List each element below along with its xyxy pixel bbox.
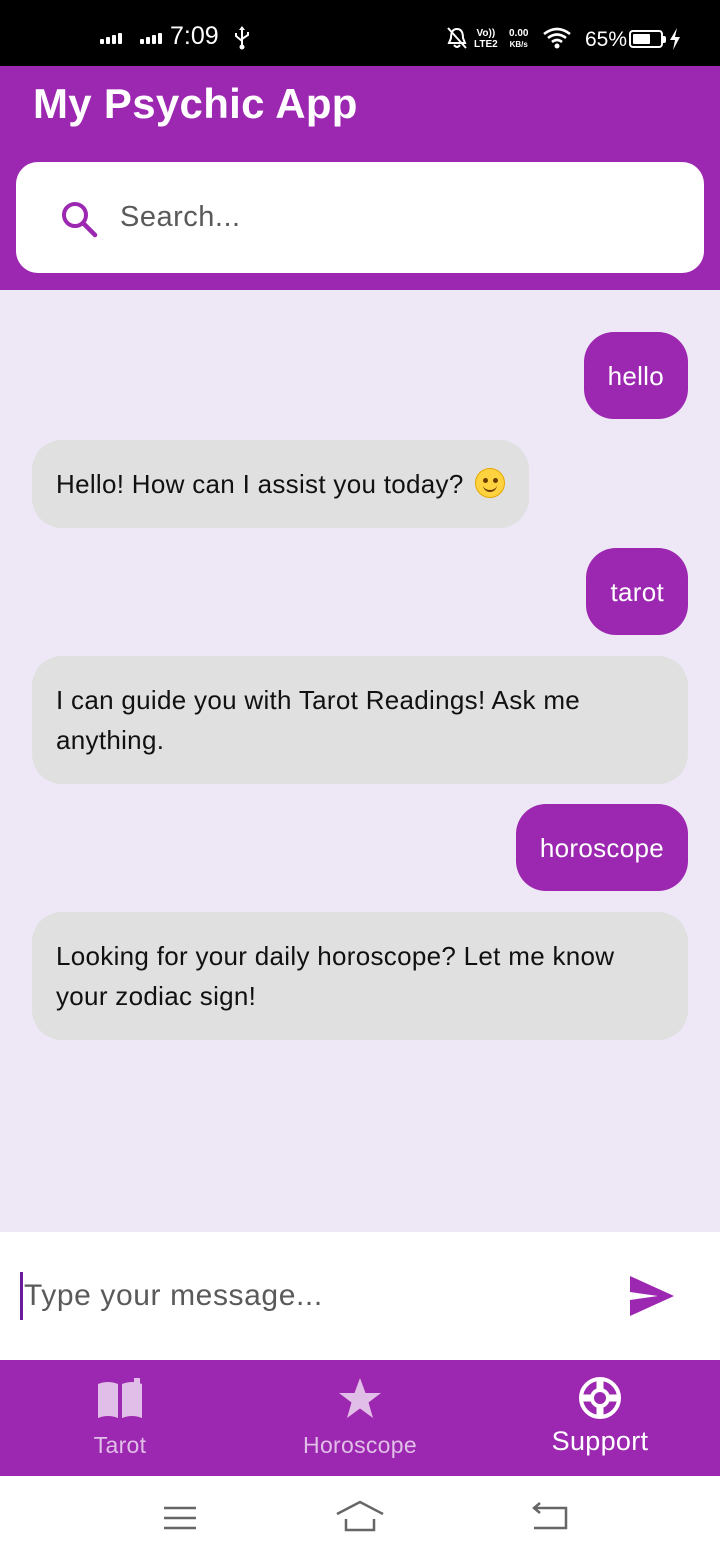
nav-item-tarot[interactable]: Tarot: [0, 1360, 240, 1476]
mute-bell-icon: [447, 27, 467, 49]
search-icon[interactable]: [60, 200, 98, 238]
status-clock: 7:09: [170, 22, 219, 50]
nav-item-horoscope[interactable]: Horoscope: [240, 1360, 480, 1476]
status-bar: 7:09 Vo)) LTE2 0.00 KB/s 65%: [0, 0, 720, 66]
signal-icon: [100, 33, 122, 44]
home-icon[interactable]: [335, 1498, 385, 1538]
battery-icon: [629, 30, 666, 48]
user-message: horoscope: [515, 804, 688, 891]
battery-level: [633, 34, 650, 44]
nav-label: Support: [551, 1426, 649, 1456]
app-bar: My Psychic App: [0, 66, 720, 290]
search-bar[interactable]: [16, 162, 704, 273]
nav-item-support[interactable]: Support: [480, 1360, 720, 1476]
message-text: tarot: [610, 577, 664, 607]
speed-unit: KB/s: [509, 40, 528, 49]
book-icon: [98, 1378, 142, 1418]
bot-message: I can guide you with Tarot Readings! Ask…: [32, 656, 688, 784]
message-text: horoscope: [539, 833, 664, 863]
message-text: Looking for your daily horoscope? Let me…: [56, 941, 615, 1011]
charging-icon: [670, 28, 680, 50]
back-icon[interactable]: [525, 1498, 575, 1538]
nav-label: Tarot: [93, 1432, 147, 1458]
search-input[interactable]: [120, 188, 680, 246]
menu-icon[interactable]: [155, 1498, 205, 1538]
user-message: hello: [583, 332, 688, 419]
bottom-nav: Tarot Horoscope Support: [0, 1360, 720, 1476]
message-text: hello: [607, 361, 664, 391]
usb-icon: [235, 26, 249, 50]
chat-area[interactable]: hello Hello! How can I assist you today?…: [0, 290, 720, 1232]
text-cursor: [20, 1272, 23, 1320]
signal-icon: [140, 33, 162, 44]
battery-percent: 65%: [585, 28, 628, 51]
message-input[interactable]: [24, 1270, 584, 1322]
system-nav-bar: [0, 1476, 720, 1560]
message-composer: [0, 1232, 720, 1360]
nav-label: Horoscope: [303, 1432, 417, 1458]
star-icon: [339, 1378, 381, 1418]
lifebuoy-icon: [579, 1377, 621, 1419]
message-text: I can guide you with Tarot Readings! Ask…: [56, 685, 581, 755]
network-label: LTE2: [474, 39, 498, 50]
send-icon[interactable]: [628, 1274, 676, 1318]
page-title: My Psychic App: [33, 80, 358, 127]
message-text: Hello! How can I assist you today?: [56, 469, 464, 499]
speed-value: 0.00: [509, 28, 529, 39]
bot-message: Looking for your daily horoscope? Let me…: [32, 912, 688, 1040]
smiling-face-icon: [475, 468, 506, 498]
bot-message: Hello! How can I assist you today?: [32, 440, 530, 528]
volte-label: Vo)): [476, 28, 496, 39]
user-message: tarot: [586, 548, 688, 635]
wifi-icon: [543, 27, 571, 49]
